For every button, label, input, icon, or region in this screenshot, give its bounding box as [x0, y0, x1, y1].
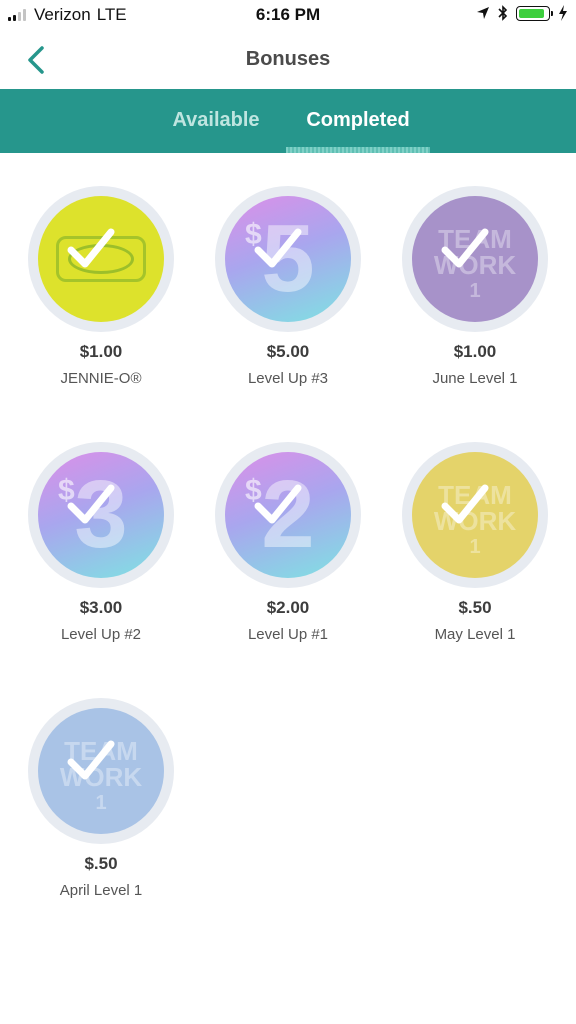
- checkmark-icon: [254, 484, 302, 524]
- battery-icon: [516, 5, 553, 21]
- bonus-card-level-up-2[interactable]: $ 3 $3.00 Level Up #2: [21, 442, 181, 643]
- bonus-amount: $.50: [84, 854, 118, 873]
- bonus-card-level-up-3[interactable]: $ 5 $5.00 Level Up #3: [208, 186, 368, 387]
- bonus-name: June Level 1: [432, 370, 518, 387]
- tab-completed-label: Completed: [306, 109, 410, 131]
- bonus-name: April Level 1: [59, 882, 143, 899]
- bluetooth-icon: [498, 5, 508, 21]
- location-arrow-icon: [477, 7, 489, 19]
- badge-ring: TEAM WORK 1: [28, 698, 174, 844]
- bonus-amount: $.50: [458, 598, 492, 617]
- bonus-name: Level Up #1: [247, 626, 329, 643]
- bonus-card-june-level-1[interactable]: TEAM WORK 1 $1.00 June Level 1: [395, 186, 555, 387]
- tab-bar: Available Completed: [0, 89, 576, 153]
- status-bar: Verizon LTE 6:16 PM: [0, 0, 576, 30]
- checkmark-icon: [254, 228, 302, 268]
- checkmark-icon: [67, 740, 115, 780]
- badge-ring: $ 5: [215, 186, 361, 332]
- bonus-name: May Level 1: [434, 626, 516, 643]
- bonus-amount: $5.00: [266, 342, 310, 361]
- bonus-name: JENNIE-O®: [60, 370, 142, 387]
- badge-ring: $ 3: [28, 442, 174, 588]
- badge-ring: [28, 186, 174, 332]
- checkmark-icon: [441, 484, 489, 524]
- checkmark-icon: [67, 484, 115, 524]
- bonus-name: Level Up #2: [60, 626, 142, 643]
- page-title: Bonuses: [245, 48, 331, 70]
- bonus-amount: $3.00: [79, 598, 123, 617]
- bonus-name: Level Up #3: [247, 370, 329, 387]
- badge-ring: TEAM WORK 1: [402, 186, 548, 332]
- tab-completed[interactable]: Completed: [286, 89, 430, 153]
- checkmark-icon: [441, 228, 489, 268]
- bonus-amount: $1.00: [453, 342, 497, 361]
- badge-ring: $ 2: [215, 442, 361, 588]
- bonus-card-jennie-o[interactable]: $1.00 JENNIE-O®: [21, 186, 181, 387]
- checkmark-icon: [67, 228, 115, 268]
- nav-header: Bonuses: [0, 30, 576, 90]
- bonus-amount: $2.00: [266, 598, 310, 617]
- bonus-card-level-up-1[interactable]: $ 2 $2.00 Level Up #1: [208, 442, 368, 643]
- bonus-amount: $1.00: [79, 342, 123, 361]
- tab-available[interactable]: Available: [158, 89, 274, 153]
- badge-ring: TEAM WORK 1: [402, 442, 548, 588]
- tab-active-indicator: [286, 147, 430, 153]
- bonus-card-april-level-1[interactable]: TEAM WORK 1 $.50 April Level 1: [21, 698, 181, 899]
- bonus-card-may-level-1[interactable]: TEAM WORK 1 $.50 May Level 1: [395, 442, 555, 643]
- charging-bolt-icon: [559, 5, 567, 21]
- status-right: [476, 5, 568, 21]
